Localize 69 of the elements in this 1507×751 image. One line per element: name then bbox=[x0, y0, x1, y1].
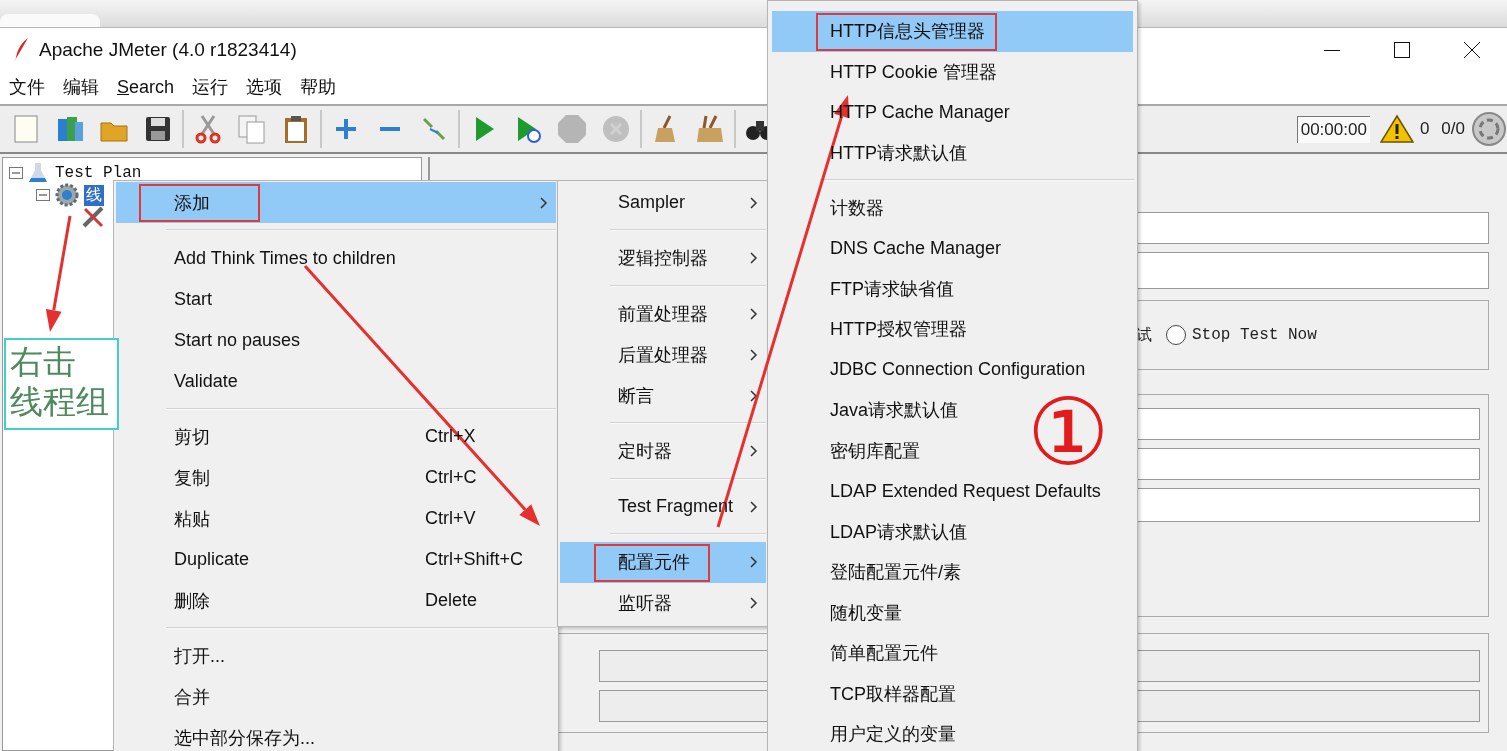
menu-item[interactable]: Duplicate Ctrl+Shift+C bbox=[116, 539, 556, 580]
menu-item[interactable]: 复制 Ctrl+C bbox=[116, 457, 556, 498]
menu-item[interactable]: 选中部分保存为... bbox=[116, 717, 325, 751]
stop-circle-icon bbox=[600, 113, 632, 145]
menu-item[interactable]: FTP请求缺省值 bbox=[772, 268, 964, 309]
annotation-text: 右击 bbox=[10, 343, 77, 382]
menu-bar-item[interactable]: Search bbox=[108, 74, 184, 102]
thread-count: 0/0 bbox=[1441, 119, 1465, 139]
menu-bar-item[interactable]: 文件 bbox=[0, 73, 54, 103]
menu-item[interactable]: 合并 bbox=[116, 676, 220, 718]
minimize-icon bbox=[1324, 49, 1340, 51]
menu-bar-item[interactable]: 运行 bbox=[183, 73, 238, 103]
copy-icon bbox=[236, 113, 268, 145]
menu-item[interactable]: 添加 bbox=[116, 182, 556, 223]
gear-icon bbox=[54, 183, 80, 207]
broom-icon bbox=[694, 113, 726, 145]
menu-item[interactable]: JDBC Connection Configuration bbox=[772, 349, 1096, 390]
menu-bar-item[interactable]: 帮助 bbox=[291, 73, 346, 103]
collapse-toggle[interactable] bbox=[36, 189, 50, 201]
menu-item[interactable]: 逻辑控制器 bbox=[560, 237, 766, 279]
menu-item[interactable]: 删除 Delete bbox=[116, 580, 556, 621]
menu-item[interactable]: HTTP授权管理器 bbox=[772, 309, 977, 350]
menu-item[interactable]: 简单配置元件 bbox=[772, 633, 948, 674]
menu-bar-item[interactable]: 选项 bbox=[237, 73, 292, 103]
menu-item[interactable]: 计数器 bbox=[772, 187, 894, 228]
menu-bar-item[interactable]: 编辑 bbox=[54, 73, 108, 103]
tree-item[interactable]: 线 bbox=[84, 184, 104, 206]
menu-item[interactable]: HTTP请求默认值 bbox=[772, 132, 977, 173]
menu-item[interactable]: 断言 bbox=[560, 375, 766, 416]
menu-item[interactable]: 配置元件 bbox=[560, 541, 766, 583]
flask-icon bbox=[27, 162, 49, 184]
menu-item[interactable]: 登陆配置元件/素 bbox=[772, 552, 971, 593]
menu-item[interactable]: HTTP Cookie 管理器 bbox=[772, 51, 1007, 92]
menu-item[interactable]: LDAP请求默认值 bbox=[772, 511, 978, 552]
menu-item[interactable]: Sampler bbox=[560, 182, 766, 223]
close-icon bbox=[1464, 42, 1480, 58]
window-title: Apache JMeter (4.0 r1823414) bbox=[39, 39, 297, 61]
stop-sign-icon bbox=[556, 113, 588, 145]
menu-item[interactable]: Validate bbox=[116, 360, 248, 402]
minus-icon bbox=[379, 127, 401, 131]
menu-item[interactable]: 随机变量 bbox=[772, 592, 912, 633]
menu-item[interactable]: Start bbox=[116, 278, 222, 320]
menu-item[interactable]: 打开... bbox=[116, 635, 235, 677]
menu-item[interactable]: 前置处理器 bbox=[560, 293, 766, 334]
menu-item[interactable]: 定时器 bbox=[560, 430, 766, 472]
tree-item[interactable]: Test Plan bbox=[53, 164, 144, 182]
annotation-text: 线程组 bbox=[10, 383, 110, 422]
minus-icon bbox=[12, 169, 20, 177]
menu-item[interactable]: DNS Cache Manager bbox=[772, 228, 1012, 269]
menu-item[interactable]: 监听器 bbox=[560, 582, 766, 624]
menu-item[interactable]: Java请求默认值 bbox=[772, 390, 969, 431]
collapse-toggle[interactable] bbox=[9, 167, 23, 179]
minus-icon bbox=[39, 191, 47, 199]
menu-item[interactable]: 粘贴 Ctrl+V bbox=[116, 498, 556, 539]
menu-item[interactable]: 用户定义的变量 bbox=[772, 714, 966, 751]
warning-icon[interactable] bbox=[1379, 114, 1414, 144]
warning-count: 0 bbox=[1419, 119, 1430, 139]
menu-item[interactable]: Start no pauses bbox=[116, 319, 311, 361]
radio-label: 试 bbox=[1136, 325, 1152, 346]
radio-option[interactable]: Stop Test Now bbox=[1166, 325, 1317, 345]
menu-item[interactable]: HTTP信息头管理器 bbox=[772, 11, 1133, 52]
menu-item[interactable]: 密钥库配置 bbox=[772, 430, 930, 471]
maximize-icon bbox=[1394, 42, 1410, 58]
menu-item[interactable]: Add Think Times to children bbox=[116, 237, 406, 279]
elapsed-time-field: 00:00:00 bbox=[1296, 115, 1370, 143]
menu-item[interactable]: LDAP Extended Request Defaults bbox=[772, 471, 1111, 512]
menu-item[interactable]: TCP取样器配置 bbox=[772, 673, 966, 714]
plus-icon bbox=[335, 118, 357, 140]
menu-item[interactable]: 后置处理器 bbox=[560, 334, 766, 375]
